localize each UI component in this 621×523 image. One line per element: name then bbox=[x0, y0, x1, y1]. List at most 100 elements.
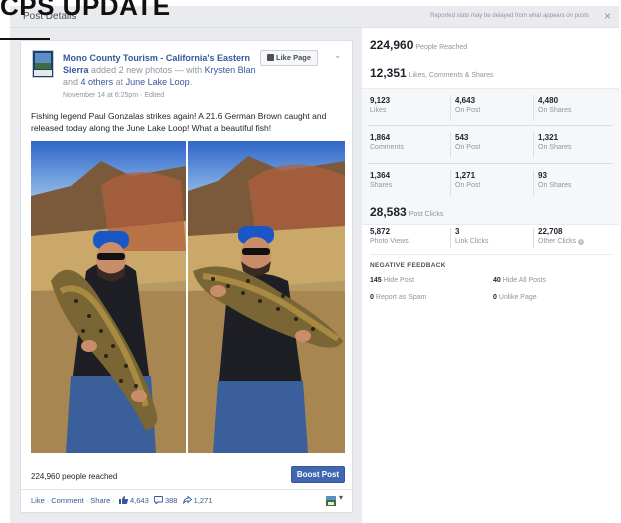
stat-value: 3 bbox=[455, 227, 460, 236]
other-clicks-cell: 22,708 Other Clicks i bbox=[538, 227, 620, 246]
link-clicks-cell: 3 Link Clicks bbox=[455, 227, 537, 246]
stat-value: 40 bbox=[493, 277, 501, 284]
place-period: . bbox=[189, 77, 193, 87]
boost-post-button[interactable]: Boost Post bbox=[291, 466, 345, 483]
photo-views-cell: 5,872 Photo Views bbox=[370, 227, 452, 246]
row-divider bbox=[368, 163, 613, 164]
stat-label: On Post bbox=[455, 182, 481, 189]
poster-avatar-icon[interactable] bbox=[326, 493, 336, 506]
column-divider bbox=[450, 132, 451, 158]
post-card: Mono County Tourism - California's Easte… bbox=[20, 40, 353, 513]
post-clicks-value: 28,583 bbox=[370, 205, 407, 219]
post-clicks-label: Post Clicks bbox=[408, 211, 444, 218]
stat-value: 0 bbox=[370, 294, 374, 301]
chevron-down-icon[interactable]: ▾ bbox=[339, 493, 343, 502]
unlike-page-stat: 0 Unlike Page bbox=[493, 294, 537, 301]
stat-label: Unlike Page bbox=[498, 294, 537, 301]
column-divider bbox=[450, 95, 451, 121]
column-divider bbox=[450, 228, 451, 248]
column-divider bbox=[533, 170, 534, 196]
like-link[interactable]: Like bbox=[31, 496, 45, 505]
people-reached-label: People Reached bbox=[415, 44, 468, 51]
place-link[interactable]: June Lake Loop bbox=[126, 77, 190, 87]
stat-label: Comments bbox=[370, 144, 404, 151]
others-link[interactable]: 4 others bbox=[81, 77, 114, 87]
post-clicks-stat: 28,583 Post Clicks bbox=[370, 205, 443, 219]
engagement-label: Likes, Comments & Shares bbox=[408, 72, 494, 79]
close-icon[interactable]: × bbox=[604, 9, 611, 23]
column-divider bbox=[533, 95, 534, 121]
column-divider bbox=[450, 170, 451, 196]
shares-count[interactable]: 1,271 bbox=[194, 496, 213, 505]
stat-label: On Shares bbox=[538, 107, 572, 114]
stat-label: Link Clicks bbox=[455, 238, 489, 245]
row-divider bbox=[368, 125, 613, 126]
stat-label: Photo Views bbox=[370, 238, 409, 245]
stat-value: 93 bbox=[538, 171, 547, 180]
other-clicks-label: Other Clicks bbox=[538, 238, 577, 245]
stat-label: Shares bbox=[370, 182, 393, 189]
thumb-up-icon bbox=[266, 54, 274, 61]
chevron-down-icon[interactable]: ⌄ bbox=[334, 50, 342, 61]
likes-count[interactable]: 4,643 bbox=[130, 496, 149, 505]
people-reached-value: 224,960 bbox=[370, 38, 414, 52]
hide-post-stat: 145 Hide Post bbox=[370, 277, 414, 284]
people-reached-stat: 224,960 People Reached bbox=[370, 38, 467, 52]
like-page-button[interactable]: Like Page bbox=[260, 50, 318, 66]
tagged-person-link[interactable]: Krysten Blan bbox=[205, 65, 256, 75]
stat-value: 1,271 bbox=[455, 171, 476, 180]
post-photo-2[interactable] bbox=[188, 141, 345, 453]
stat-label: Hide All Posts bbox=[502, 277, 546, 284]
stat-value: 1,364 bbox=[370, 171, 391, 180]
separator: · bbox=[85, 496, 89, 505]
negative-feedback-title: NEGATIVE FEEDBACK bbox=[370, 262, 446, 269]
column-divider bbox=[533, 228, 534, 248]
stat-label: On Shares bbox=[538, 144, 572, 151]
shares-on-post-cell: 1,271 On Post bbox=[455, 171, 535, 207]
post-photo-1[interactable] bbox=[31, 141, 186, 453]
stat-label: On Shares bbox=[538, 182, 572, 189]
like-page-label: Like Page bbox=[275, 53, 312, 62]
shares-total-cell: 1,364 Shares bbox=[370, 171, 450, 207]
section-divider bbox=[370, 254, 613, 255]
stat-label: On Post bbox=[455, 144, 481, 151]
overlay-heading: CPS UPDATE bbox=[0, 0, 171, 21]
screen: CPS UPDATE Post Details Reported stats m… bbox=[0, 0, 621, 523]
avatar-caption-block bbox=[34, 70, 52, 76]
report-spam-stat: 0 Report as Spam bbox=[370, 294, 427, 301]
stat-value: 0 bbox=[493, 294, 497, 301]
likes-on-post-cell: 4,643 On Post bbox=[455, 96, 535, 132]
separator: · bbox=[46, 496, 50, 505]
stat-value: 4,643 bbox=[455, 96, 476, 105]
stat-value: 4,480 bbox=[538, 96, 559, 105]
post-actions: Like · Comment · Share · 4,643 388 1,271 bbox=[31, 495, 215, 506]
comment-link[interactable]: Comment bbox=[51, 496, 84, 505]
photo-2-art bbox=[188, 141, 345, 453]
photo-1-art bbox=[31, 141, 186, 453]
stat-value: 22,708 bbox=[538, 227, 563, 236]
column-divider bbox=[533, 132, 534, 158]
added-photos-text: added 2 new photos — with bbox=[91, 65, 203, 75]
stat-value: 543 bbox=[455, 133, 469, 142]
page-avatar[interactable] bbox=[32, 50, 54, 78]
share-link[interactable]: Share bbox=[90, 496, 110, 505]
engagement-stat: 12,351 Likes, Comments & Shares bbox=[370, 66, 494, 80]
stat-value: 5,872 bbox=[370, 227, 391, 236]
modal-note: Reported stats may be delayed from what … bbox=[430, 13, 589, 19]
likes-total-cell: 9,123 Likes bbox=[370, 96, 450, 132]
stat-value: 1,321 bbox=[538, 133, 559, 142]
post-header: Mono County Tourism - California's Easte… bbox=[63, 52, 273, 88]
info-icon[interactable]: i bbox=[578, 239, 585, 245]
stat-value: 9,123 bbox=[370, 96, 391, 105]
stat-label: Hide Post bbox=[383, 277, 415, 284]
comments-count[interactable]: 388 bbox=[165, 496, 178, 505]
share-icon bbox=[182, 495, 192, 506]
stat-label: Report as Spam bbox=[375, 294, 427, 301]
post-date[interactable]: November 14 at 6:25pm · Edited bbox=[63, 92, 164, 99]
people-reached-text: 224,960 people reached bbox=[31, 472, 118, 481]
stat-label: Likes bbox=[370, 107, 387, 114]
thumb-up-icon bbox=[118, 496, 128, 506]
comment-icon bbox=[153, 496, 163, 506]
stat-value: 145 bbox=[370, 277, 382, 284]
likes-on-shares-cell: 4,480 On Shares bbox=[538, 96, 618, 132]
